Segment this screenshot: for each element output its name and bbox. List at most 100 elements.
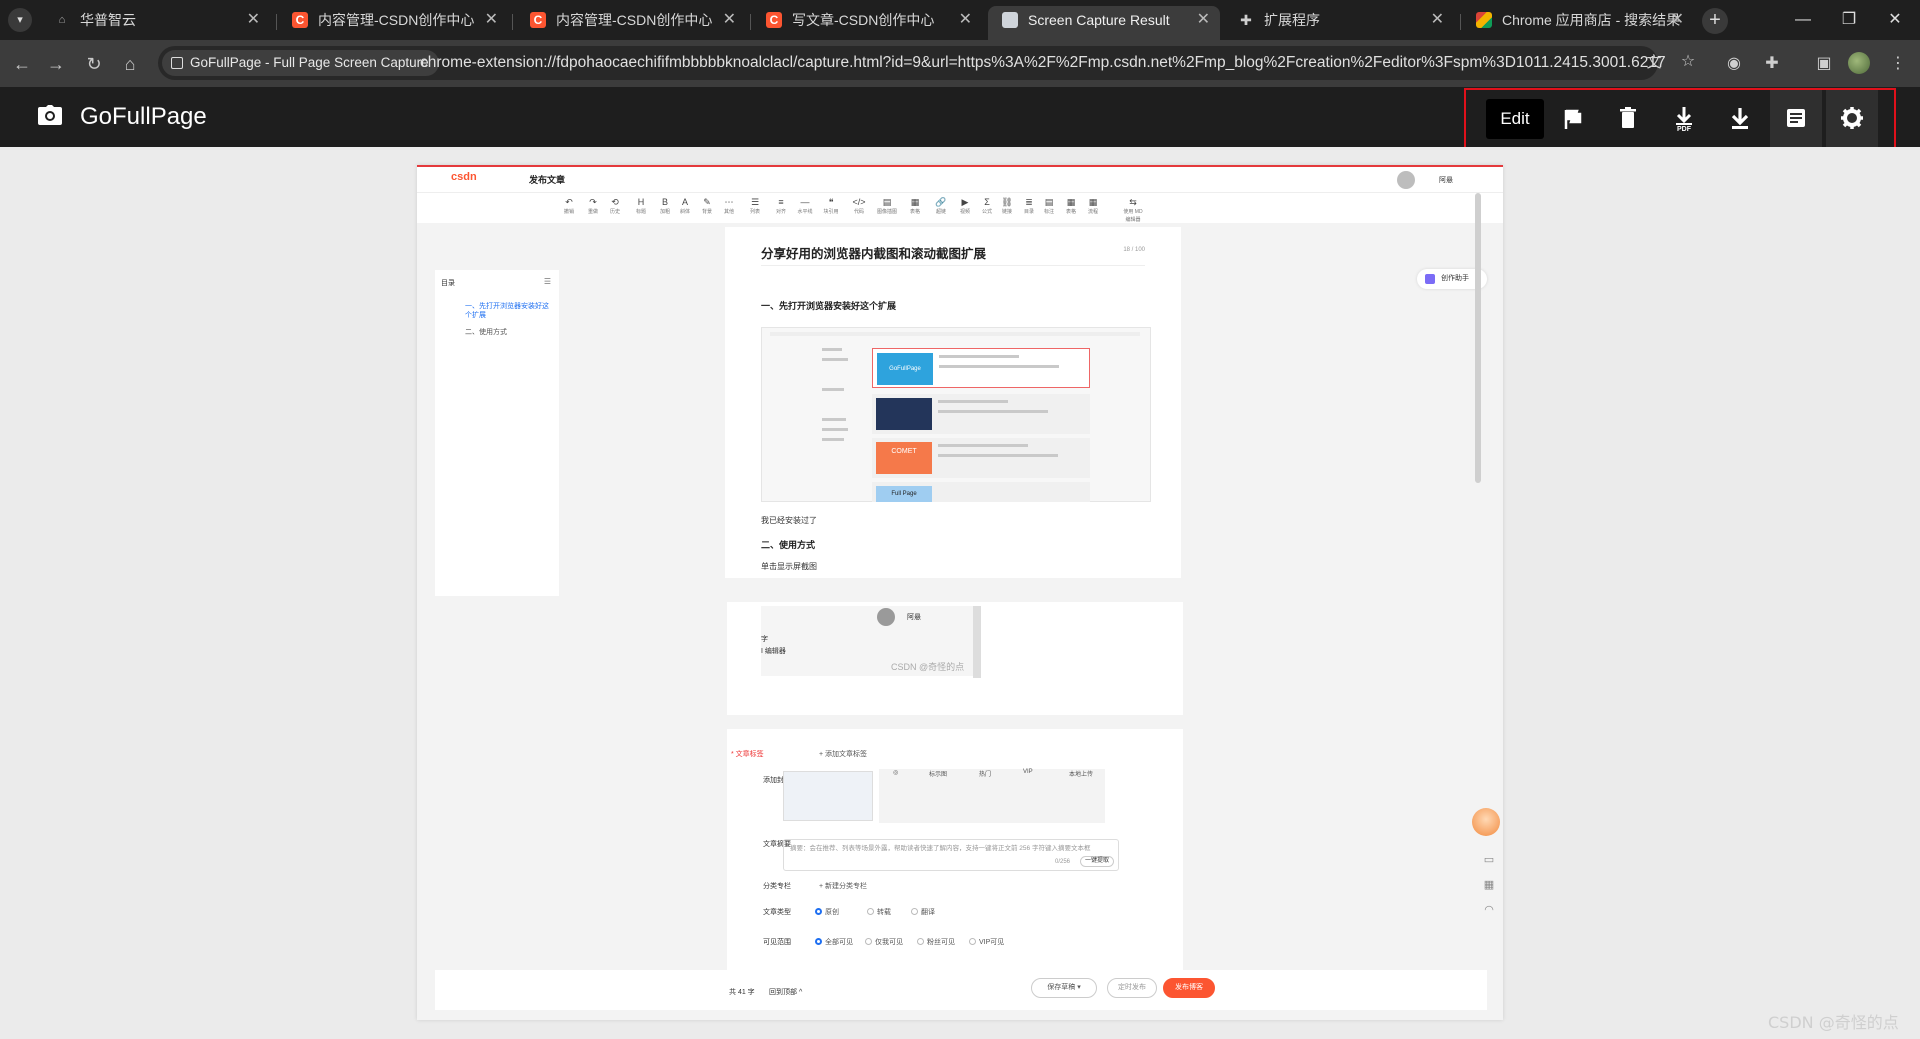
close-icon[interactable]: ✕ (247, 6, 260, 34)
cover-thumbnail[interactable] (783, 771, 873, 821)
visibility-label: 可见范围 (763, 939, 791, 946)
toolbar-label: 标注 (1043, 209, 1054, 215)
more-menu-icon[interactable]: ⋮ (1886, 52, 1910, 76)
close-icon[interactable]: ✕ (485, 6, 498, 34)
toolbar-item[interactable]: ↶ 撤销 (557, 196, 581, 216)
toolbar-item[interactable]: ≡ 对齐 (769, 196, 793, 216)
close-icon[interactable]: ✕ (1671, 6, 1684, 34)
extension-chip[interactable]: GoFullPage - Full Page Screen Capture (162, 50, 439, 76)
toolbar-label: 重做 (587, 209, 598, 215)
paragraph: 我已经安装过了 (761, 516, 817, 525)
toolbar-label: 块引用 (823, 209, 839, 215)
close-window-icon[interactable]: ✕ (1872, 6, 1918, 34)
headset-icon[interactable]: ◠ (1481, 902, 1497, 918)
tab-extensions[interactable]: ✚ 扩展程序 ✕ (1224, 6, 1454, 40)
scrollbar (1475, 193, 1481, 483)
tab-title: 华普智云 (80, 12, 136, 28)
toolbar-item[interactable]: 🔗 超链 (929, 196, 953, 216)
toolbar-item[interactable]: H 标题 (629, 196, 653, 216)
new-column-button[interactable]: + 新建分类专栏 (819, 881, 867, 891)
toolbar-item[interactable]: ↷ 重做 (581, 196, 605, 216)
bookmark-star-icon[interactable]: ☆ (1676, 50, 1700, 74)
add-tag-button[interactable]: + 添加文章标签 (819, 749, 867, 759)
toolbar-icon: ▦ (910, 197, 920, 207)
toolbar-icon: ▦ (1066, 197, 1076, 207)
radio-original[interactable]: 原创 (815, 907, 839, 917)
reload-icon[interactable]: ↻ (80, 50, 108, 78)
csdn-watermark: CSDN @奇怪的点 (1768, 1013, 1899, 1032)
close-icon[interactable]: ✕ (959, 6, 972, 34)
close-icon[interactable]: ✕ (1431, 6, 1444, 34)
toolbar-item[interactable]: ▦ 表格 (1059, 196, 1083, 216)
camera-extension-icon[interactable]: ◉ (1722, 52, 1746, 76)
tab-title: 内容管理-CSDN创作中心 (318, 12, 475, 28)
toolbar-item[interactable]: ▶ 视频 (953, 196, 977, 216)
tab-screen-capture[interactable]: Screen Capture Result ✕ (988, 6, 1220, 40)
extract-summary-button[interactable]: 一键提取 (1079, 856, 1114, 867)
tab-csdn-content-1[interactable]: C 内容管理-CSDN创作中心 ✕ (278, 6, 508, 40)
home-icon[interactable]: ⌂ (116, 50, 144, 78)
toolbar-item[interactable]: A 斜体 (673, 196, 697, 216)
type-label: 文章类型 (763, 909, 791, 916)
toolbar-item[interactable]: ☰ 列表 (743, 196, 767, 216)
radio-all[interactable]: 全部可见 (815, 937, 853, 947)
toolbar-item[interactable]: ⋯ 其他 (717, 196, 741, 216)
chip-label: GoFullPage - Full Page Screen Capture (190, 55, 429, 70)
toolbar-label: 表格 (1065, 209, 1076, 215)
back-icon[interactable]: ← (8, 50, 36, 78)
minimize-icon[interactable]: — (1780, 6, 1826, 34)
toolbar-item[interactable]: ▦ 表格 (903, 196, 927, 216)
capture-stage: csdn 发布文章 阿悬 ↶ 撤销 ↷ 重做 ⟲ 历史 H 标题 B 加粗 A 斜体 ✎ 背景 ⋯ 其他 ☰ 列表… (0, 147, 1920, 1039)
toolbar-label: 表格 (909, 209, 920, 215)
tab-huapu[interactable]: ⌂ 华普智云 ✕ (40, 6, 270, 40)
toolbar-item[interactable]: ▦ 流程 (1081, 196, 1105, 216)
toolbar-item[interactable]: </> 代码 (847, 196, 871, 216)
qrcode-icon[interactable]: ▦ (1481, 877, 1497, 893)
save-draft-button[interactable]: 保存草稿 ▾ (1031, 978, 1097, 998)
radio-repost[interactable]: 转载 (867, 907, 891, 917)
app-title: GoFullPage (80, 103, 207, 130)
toolbar-label: 图像插图 (876, 209, 897, 215)
tab-csdn-write[interactable]: C 写文章-CSDN创作中心 ✕ (752, 6, 982, 40)
profile-avatar[interactable] (1848, 52, 1870, 74)
csdn-icon: C (530, 12, 546, 28)
summary-textarea[interactable]: 摘要：会在推荐、列表等场景外露，帮助读者快速了解内容，支持一键将正文前 256 … (783, 839, 1119, 871)
word-count: 共 41 字 (729, 989, 755, 996)
toolbar-item[interactable]: ❝ 块引用 (819, 196, 843, 216)
tab-csdn-content-2[interactable]: C 内容管理-CSDN创作中心 ✕ (516, 6, 746, 40)
toolbar-item[interactable]: ⇆ 使用 MD 编辑器 (1121, 196, 1145, 224)
new-tab-button[interactable]: + (1702, 8, 1728, 34)
schedule-button[interactable]: 定时发布 (1107, 978, 1157, 998)
toolbar-item[interactable]: ▤ 图像插图 (875, 196, 899, 216)
toolbar-item[interactable]: ⛓ 链接 (995, 196, 1019, 216)
chat-icon[interactable]: ▭ (1481, 852, 1497, 868)
csdn-icon: C (766, 12, 782, 28)
toolbar-item[interactable]: ▤ 标注 (1037, 196, 1061, 216)
toolbar-item[interactable]: — 水平线 (793, 196, 817, 216)
omnibox[interactable]: GoFullPage - Full Page Screen Capture ch… (158, 46, 1666, 80)
restore-icon[interactable]: ❐ (1826, 6, 1872, 34)
extensions-puzzle-icon[interactable]: ✚ (1760, 52, 1784, 76)
toc-item: 二、使用方式 (465, 329, 507, 336)
toolbar-item[interactable]: ✎ 背景 (695, 196, 719, 216)
publish-button[interactable]: 发布博客 (1163, 978, 1215, 998)
list-icon: ☰ (543, 277, 551, 286)
tab-chrome-store[interactable]: Chrome 应用商店 - 搜索结果 ✕ (1462, 6, 1694, 40)
translate-icon[interactable]: 文 (1644, 53, 1664, 73)
tab-search-icon[interactable]: ▾ (8, 8, 32, 32)
radio-self[interactable]: 仅我可见 (865, 937, 903, 947)
close-icon[interactable]: ✕ (1197, 6, 1210, 34)
back-to-top-link[interactable]: 回到顶部 ^ (769, 987, 802, 997)
radio-translate[interactable]: 翻译 (911, 907, 935, 917)
side-panel-icon[interactable]: ▣ (1812, 52, 1836, 76)
toolbar-icon: ⇆ (1129, 197, 1137, 207)
mascot-icon[interactable] (1472, 808, 1500, 836)
document-continuation: 字 I 编辑器 CSDN @奇怪的点 阿悬 (727, 602, 1183, 715)
url-text[interactable]: chrome-extension://fdpohaocaechififmbbbb… (420, 46, 1666, 80)
close-icon[interactable]: ✕ (723, 6, 736, 34)
toolbar-item[interactable]: ⟲ 历史 (603, 196, 627, 216)
forward-icon[interactable]: → (42, 50, 70, 78)
title-char-count: 18 / 100 (1123, 247, 1145, 253)
radio-vip[interactable]: VIP可见 (969, 937, 1004, 947)
radio-fans[interactable]: 粉丝可见 (917, 937, 955, 947)
